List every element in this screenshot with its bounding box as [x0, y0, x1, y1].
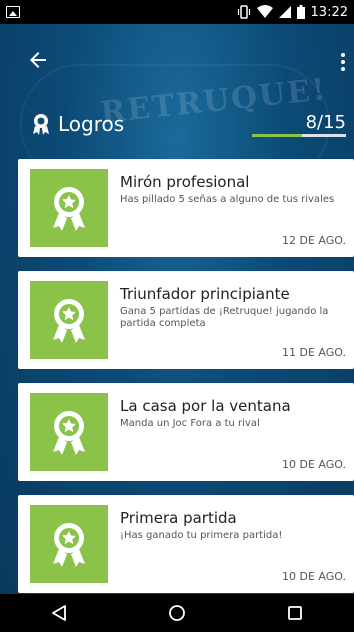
- achievement-description: Manda un Joc Fora a tu rival: [120, 418, 260, 429]
- achievements-count: 8/15: [305, 112, 346, 133]
- nav-back-button[interactable]: [39, 599, 79, 627]
- achievement-title: Primera partida: [120, 509, 237, 527]
- page-title: Logros: [32, 112, 124, 136]
- award-ribbon-icon: [53, 523, 85, 567]
- arrow-back-icon[interactable]: [26, 48, 50, 72]
- back-triangle-icon: [52, 605, 66, 621]
- achievement-title: La casa por la ventana: [120, 397, 291, 415]
- achievement-card[interactable]: Mirón profesional Has pillado 5 señas a …: [18, 159, 354, 257]
- more-vert-icon[interactable]: [340, 53, 346, 71]
- award-ribbon-icon: [53, 187, 85, 231]
- achievement-description: ¡Has ganado tu primera partida!: [120, 530, 283, 541]
- page-title-text: Logros: [58, 112, 125, 136]
- achievement-title: Triunfador principiante: [120, 285, 290, 303]
- image-icon: [6, 6, 20, 18]
- battery-icon: [296, 5, 305, 19]
- nav-recents-button[interactable]: [275, 599, 315, 627]
- status-bar: 13:22: [0, 0, 354, 24]
- vibrate-icon: [237, 5, 250, 19]
- achievement-title: Mirón profesional: [120, 173, 250, 191]
- achievement-thumb: [30, 393, 108, 471]
- system-nav-bar: [0, 594, 354, 632]
- achievement-date: 10 DE AGO.: [282, 570, 346, 583]
- achievement-card[interactable]: Triunfador principiante Gana 5 partidas …: [18, 271, 354, 369]
- nav-home-button[interactable]: [157, 599, 197, 627]
- award-icon: [33, 114, 49, 135]
- achievement-card[interactable]: Primera partida ¡Has ganado tu primera p…: [18, 495, 354, 593]
- achievement-thumb: [30, 281, 108, 359]
- achievements-header: Logros 8/15: [0, 112, 354, 146]
- signal-icon: [278, 6, 291, 18]
- achievement-date: 11 DE AGO.: [282, 346, 346, 359]
- achievement-date: 12 DE AGO.: [282, 234, 346, 247]
- award-ribbon-icon: [53, 411, 85, 455]
- award-ribbon-icon: [53, 299, 85, 343]
- achievements-progress: [252, 134, 346, 137]
- achievement-date: 10 DE AGO.: [282, 458, 346, 471]
- wifi-icon: [256, 5, 273, 18]
- achievement-card[interactable]: La casa por la ventana Manda un Joc Fora…: [18, 383, 354, 481]
- achievement-description: Has pillado 5 señas a alguno de tus riva…: [120, 194, 335, 205]
- achievement-thumb: [30, 169, 108, 247]
- status-time: 13:22: [310, 4, 348, 20]
- app-bar: [0, 24, 354, 80]
- recents-square-icon: [288, 606, 302, 620]
- achievement-thumb: [30, 505, 108, 583]
- achievement-description: Gana 5 partidas de ¡Retruque! jugando la…: [120, 306, 329, 329]
- achievements-list: Mirón profesional Has pillado 5 señas a …: [18, 159, 354, 607]
- home-circle-icon: [169, 605, 185, 621]
- achievements-progress-fill: [252, 134, 303, 137]
